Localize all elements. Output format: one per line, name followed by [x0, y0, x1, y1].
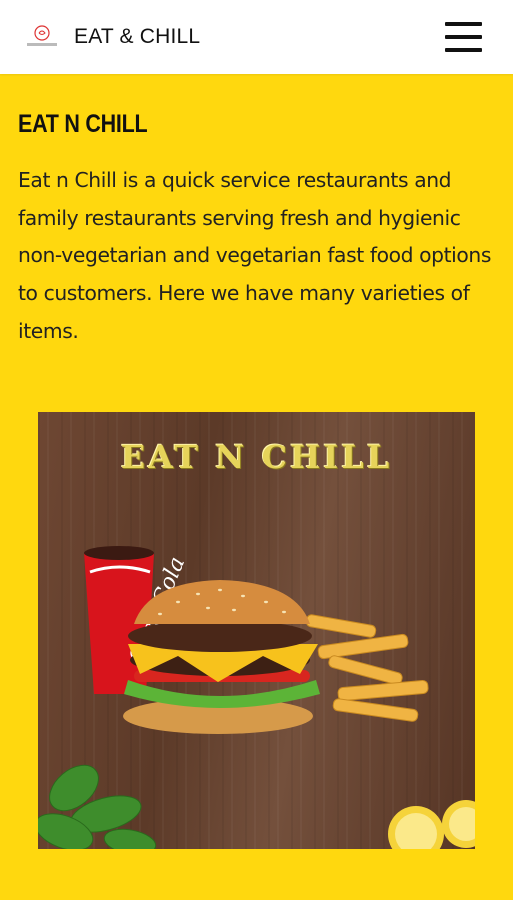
- hamburger-menu-icon[interactable]: [440, 18, 488, 56]
- basil-leaves-icon: [38, 764, 157, 849]
- app-header: EAT & CHILL: [0, 0, 513, 74]
- restaurant-description: Eat n Chill is a quick service restauran…: [18, 168, 492, 343]
- app-title: EAT & CHILL: [74, 25, 201, 48]
- menu-bar: [445, 35, 482, 39]
- menu-bar: [445, 48, 482, 52]
- promo-image: EAT N CHILL Coca-Cola: [38, 412, 475, 849]
- fries-icon: [305, 614, 429, 722]
- lemon-icon: [388, 800, 475, 849]
- promo-food-illustration: Coca-Cola: [38, 546, 475, 849]
- page-heading: EAT N CHILL: [18, 110, 148, 138]
- burger-icon: [123, 580, 320, 734]
- menu-bar: [445, 22, 482, 26]
- restaurant-logo-icon[interactable]: [24, 24, 60, 50]
